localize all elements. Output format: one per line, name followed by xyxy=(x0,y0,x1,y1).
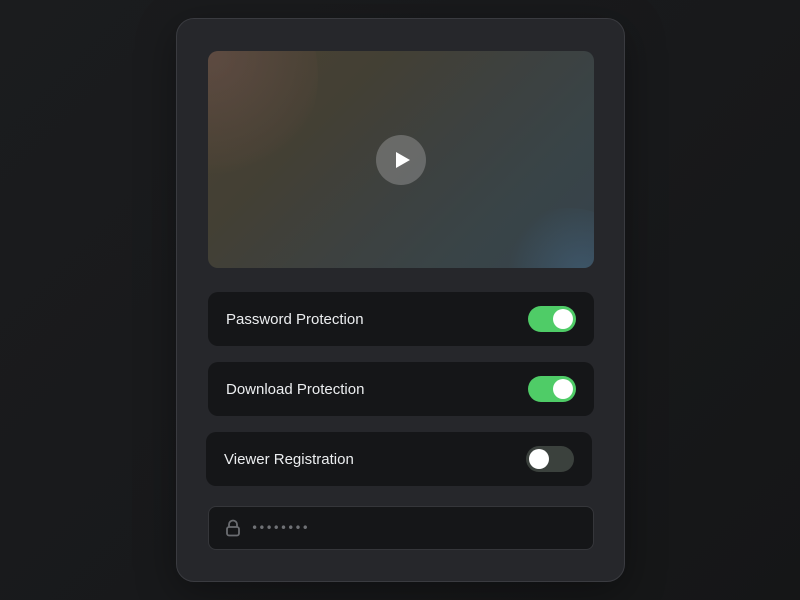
video-preview[interactable] xyxy=(208,51,594,268)
password-field[interactable] xyxy=(208,506,594,550)
video-settings-card: Password Protection Download Protection … xyxy=(176,18,625,582)
toggle-knob xyxy=(553,379,573,399)
setting-label: Viewer Registration xyxy=(224,450,354,468)
setting-row-download-protection: Download Protection xyxy=(208,362,594,416)
play-button[interactable] xyxy=(376,135,426,185)
password-protection-toggle[interactable] xyxy=(528,306,576,332)
password-input[interactable] xyxy=(251,521,551,535)
toggle-knob xyxy=(553,309,573,329)
video-texture xyxy=(504,208,594,268)
setting-row-viewer-registration: Viewer Registration xyxy=(206,432,592,486)
download-protection-toggle[interactable] xyxy=(528,376,576,402)
setting-label: Download Protection xyxy=(226,380,365,398)
play-icon xyxy=(395,152,410,168)
setting-label: Password Protection xyxy=(226,310,364,328)
setting-row-password-protection: Password Protection xyxy=(208,292,594,346)
viewer-registration-toggle[interactable] xyxy=(526,446,574,472)
toggle-knob xyxy=(529,449,549,469)
video-texture xyxy=(208,51,318,181)
lock-icon xyxy=(225,519,241,537)
